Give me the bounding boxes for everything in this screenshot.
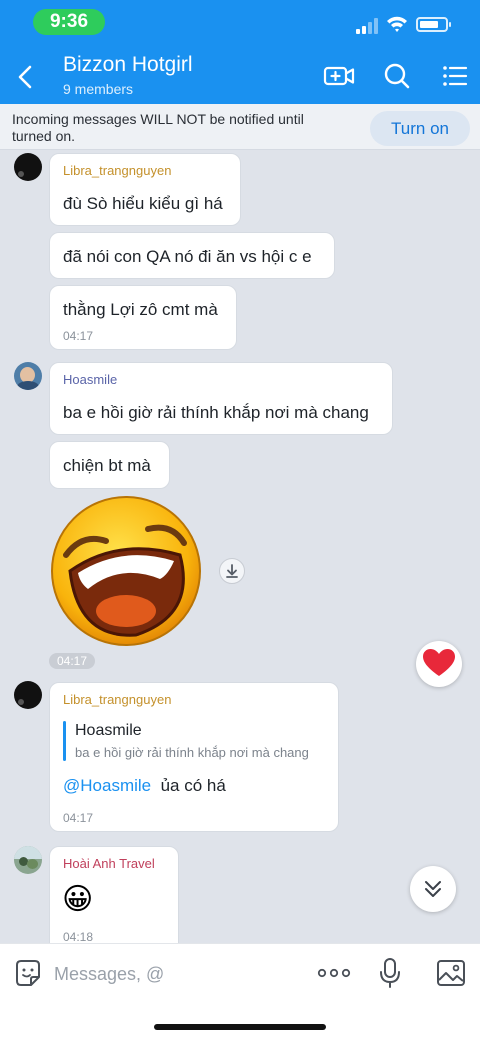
message-bubble[interactable]: Hoasmile ba e hồi giờ rải thính khắp nơi… bbox=[49, 362, 393, 435]
voice-button[interactable] bbox=[375, 957, 405, 989]
sticker-time: 04:17 bbox=[49, 653, 95, 669]
scroll-down-icon bbox=[425, 881, 441, 897]
back-icon bbox=[18, 65, 32, 89]
sender-name: Libra_trangnguyen bbox=[63, 692, 172, 707]
avatar-libra[interactable] bbox=[14, 153, 42, 181]
heart-reaction-button[interactable] bbox=[416, 641, 462, 687]
status-icons bbox=[356, 14, 456, 36]
more-icon bbox=[317, 968, 351, 978]
header-bar: 9:36 Bizzon Hotgirl 9 members bbox=[0, 0, 480, 104]
message-text: đù Sò hiểu kiểu gì há bbox=[63, 194, 223, 213]
video-call-icon bbox=[323, 66, 355, 86]
menu-button[interactable] bbox=[438, 60, 472, 92]
avatar-hoasmile[interactable] bbox=[14, 362, 42, 390]
heart-reaction-icon bbox=[423, 649, 455, 676]
more-button[interactable] bbox=[316, 957, 352, 989]
menu-list-icon bbox=[443, 66, 468, 86]
quote-text: ba e hồi giờ rải thính khắp nơi mà chang bbox=[75, 745, 309, 760]
turn-on-button[interactable]: Turn on bbox=[370, 111, 470, 146]
search-icon bbox=[384, 63, 410, 89]
sender-name: Hoasmile bbox=[63, 372, 118, 387]
search-button[interactable] bbox=[380, 60, 414, 92]
message-time: 04:17 bbox=[63, 329, 94, 343]
wifi-icon bbox=[387, 16, 407, 32]
message-time: 04:18 bbox=[63, 930, 94, 943]
message-text: ba e hồi giờ rải thính khắp nơi mà chang bbox=[63, 403, 369, 422]
mic-icon bbox=[380, 958, 400, 988]
message-list[interactable]: Libra_trangnguyen đù Sò hiểu kiểu gì há … bbox=[0, 151, 480, 943]
notice-text: Incoming messages WILL NOT be notified u… bbox=[12, 111, 304, 144]
reply-text: ủa có há bbox=[160, 776, 226, 795]
sticker-icon bbox=[16, 960, 40, 986]
member-count: 9 members bbox=[63, 81, 134, 97]
avatar-libra[interactable] bbox=[14, 681, 42, 709]
message-text: @Hoasmile ủa có há bbox=[63, 776, 226, 796]
message-bubble[interactable]: đã nói con QA nó đi ăn vs hội c e bbox=[49, 232, 335, 279]
image-icon bbox=[437, 960, 465, 986]
composer-bar bbox=[0, 943, 480, 1039]
scroll-down-button[interactable] bbox=[410, 866, 456, 912]
home-indicator bbox=[154, 1024, 326, 1030]
message-bubble[interactable]: chiện bt mà bbox=[49, 441, 170, 489]
message-text: thằng Lợi zô cmt mà bbox=[63, 300, 218, 319]
mention-link[interactable]: @Hoasmile bbox=[63, 776, 151, 795]
download-button[interactable] bbox=[219, 558, 245, 584]
quote-bar bbox=[63, 721, 66, 761]
sticker-button[interactable] bbox=[13, 957, 43, 989]
reply-message-bubble[interactable]: Libra_trangnguyen Hoasmile ba e hồi giờ … bbox=[49, 682, 339, 832]
sender-name: Libra_trangnguyen bbox=[63, 163, 172, 178]
avatar-hoai-anh[interactable] bbox=[14, 846, 42, 874]
battery-icon bbox=[416, 17, 451, 32]
back-button[interactable] bbox=[10, 60, 40, 94]
emoji-message: 😀 bbox=[62, 883, 94, 916]
quote-sender: Hoasmile bbox=[75, 722, 142, 739]
notification-notice: Incoming messages WILL NOT be notified u… bbox=[0, 104, 480, 150]
message-bubble[interactable]: Hoài Anh Travel 😀 04:18 bbox=[49, 846, 179, 943]
download-icon bbox=[226, 564, 238, 578]
signal-icon bbox=[356, 18, 378, 34]
sender-name: Hoài Anh Travel bbox=[63, 856, 155, 871]
message-bubble[interactable]: Libra_trangnguyen đù Sò hiểu kiểu gì há bbox=[49, 153, 241, 226]
message-text: đã nói con QA nó đi ăn vs hội c e bbox=[63, 247, 312, 266]
status-time: 9:36 bbox=[33, 9, 105, 35]
laughing-sticker[interactable] bbox=[48, 493, 204, 649]
image-button[interactable] bbox=[436, 957, 466, 989]
chat-title[interactable]: Bizzon Hotgirl bbox=[63, 53, 193, 77]
message-text: chiện bt mà bbox=[63, 456, 151, 475]
message-bubble[interactable]: thằng Lợi zô cmt mà 04:17 bbox=[49, 285, 237, 350]
message-input[interactable] bbox=[54, 956, 304, 992]
message-time: 04:17 bbox=[63, 811, 94, 825]
video-call-button[interactable] bbox=[322, 60, 356, 92]
